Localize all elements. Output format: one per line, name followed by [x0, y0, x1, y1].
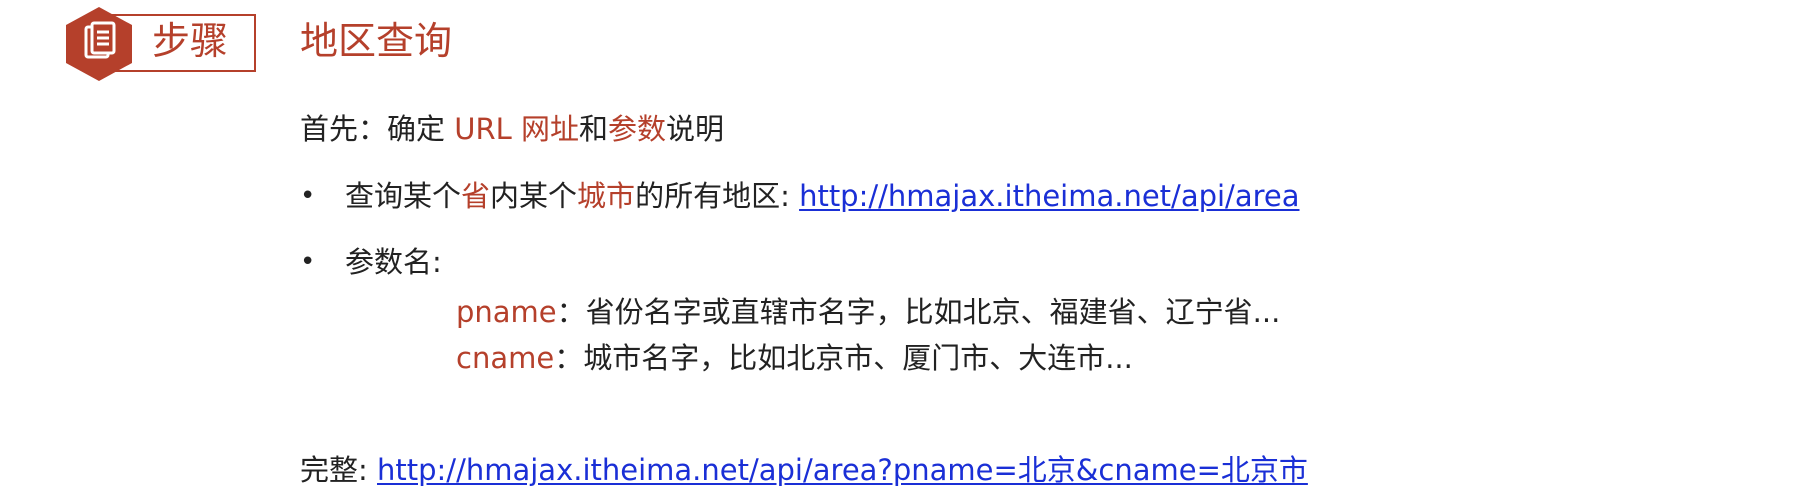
param-desc: ：省份名字或直辖市名字，比如北京、福建省、辽宁省... — [556, 295, 1281, 329]
page-title: 地区查询 — [300, 19, 453, 63]
step-badge: 步骤 — [66, 7, 256, 81]
intro-url-word: URL 网址 — [454, 112, 579, 146]
full-api-link[interactable]: http://hmajax.itheima.net/api/area?pname… — [377, 453, 1308, 487]
param-name: pname — [456, 295, 557, 329]
full-url-line: 完整: http://hmajax.itheima.net/api/area?p… — [300, 450, 1308, 490]
full-label: 完整: — [300, 453, 377, 487]
bullet-marker: • — [300, 247, 316, 277]
area-highlight-province: 省 — [461, 179, 491, 213]
params-label: 参数名: — [345, 245, 442, 279]
param-name: cname — [456, 341, 555, 375]
intro-suffix: 说明 — [666, 112, 725, 146]
area-api-link[interactable]: http://hmajax.itheima.net/api/area — [799, 179, 1299, 213]
param-desc: ：城市名字，比如北京市、厦门市、大连市... — [554, 341, 1133, 375]
intro-and: 和 — [578, 112, 608, 146]
bullet-marker: • — [300, 181, 316, 211]
step-badge-label: 步骤 — [152, 19, 229, 63]
area-query-line: 查询某个省内某个城市的所有地区: http://hmajax.itheima.n… — [345, 176, 1300, 216]
area-highlight-city: 城市 — [577, 179, 636, 213]
param-item: cname：城市名字，比如北京市、厦门市、大连市... — [456, 338, 1133, 378]
document-icon — [66, 7, 132, 81]
area-text-1: 查询某个 — [345, 179, 462, 213]
intro-prefix: 首先：确定 — [300, 112, 455, 146]
param-item: pname：省份名字或直辖市名字，比如北京、福建省、辽宁省... — [456, 292, 1280, 332]
intro-params-word: 参数 — [608, 112, 667, 146]
intro-line: 首先：确定 URL 网址和参数说明 — [300, 109, 724, 149]
area-text-2: 内某个 — [490, 179, 578, 213]
area-text-3: 的所有地区: — [635, 179, 800, 213]
